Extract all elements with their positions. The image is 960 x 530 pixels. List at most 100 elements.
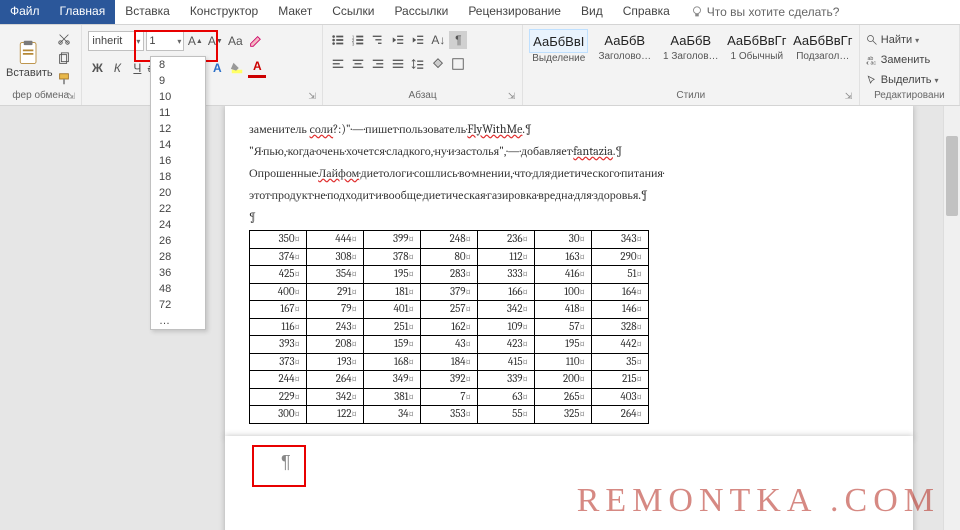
table-cell[interactable]: 251¤	[364, 318, 421, 336]
table-row[interactable]: 393¤208¤159¤43¤423¤195¤442¤	[250, 336, 649, 354]
table-cell[interactable]: 350¤	[250, 231, 307, 249]
replace-button[interactable]: abacЗаменить	[866, 51, 930, 69]
table-cell[interactable]: 354¤	[307, 266, 364, 284]
table-cell[interactable]: 110¤	[535, 353, 592, 371]
size-option[interactable]: 11	[151, 105, 205, 121]
table-cell[interactable]: 349¤	[364, 371, 421, 389]
paragraph-launcher-icon[interactable]: ⇲	[508, 91, 520, 103]
table-cell[interactable]: 379¤	[421, 283, 478, 301]
paragraph[interactable]: "Я·пью,·когда·очень·хочется·сладкого,·ну…	[249, 142, 889, 160]
borders-icon[interactable]	[449, 55, 467, 73]
justify-icon[interactable]	[389, 55, 407, 73]
table-cell[interactable]: 146¤	[592, 301, 649, 319]
table-cell[interactable]: 80¤	[421, 248, 478, 266]
table-cell[interactable]: 168¤	[364, 353, 421, 371]
tab-help[interactable]: Справка	[613, 0, 680, 24]
size-option[interactable]: 16	[151, 153, 205, 169]
tab-mailings[interactable]: Рассылки	[384, 0, 458, 24]
table-cell[interactable]: 399¤	[364, 231, 421, 249]
table-row[interactable]: 244¤264¤349¤392¤339¤200¤215¤	[250, 371, 649, 389]
format-painter-icon[interactable]	[55, 70, 73, 88]
table-cell[interactable]: 308¤	[307, 248, 364, 266]
table-row[interactable]: 229¤342¤381¤7¤63¤265¤403¤	[250, 388, 649, 406]
table-cell[interactable]: 57¤	[535, 318, 592, 336]
table-cell[interactable]: 30¤	[535, 231, 592, 249]
tab-review[interactable]: Рецензирование	[458, 0, 571, 24]
numbering-icon[interactable]: 123	[349, 31, 367, 49]
table-cell[interactable]: 381¤	[364, 388, 421, 406]
increase-indent-icon[interactable]	[409, 31, 427, 49]
multilevel-icon[interactable]	[369, 31, 387, 49]
table-cell[interactable]: 374¤	[250, 248, 307, 266]
styles-gallery[interactable]: АаБбВвІВыделениеАаБбВЗаголово…АаБбВ1 Заг…	[529, 27, 853, 90]
tell-me[interactable]: Что вы хотите сделать?	[680, 0, 850, 24]
table-cell[interactable]: 122¤	[307, 406, 364, 424]
page-1[interactable]: заменитель соли?:)"·—·пишет·пользователь…	[225, 106, 913, 438]
table-cell[interactable]: 265¤	[535, 388, 592, 406]
size-option[interactable]: 24	[151, 217, 205, 233]
decrease-indent-icon[interactable]	[389, 31, 407, 49]
align-center-icon[interactable]	[349, 55, 367, 73]
font-launcher-icon[interactable]: ⇲	[308, 91, 320, 103]
table-cell[interactable]: 444¤	[307, 231, 364, 249]
copy-icon[interactable]	[55, 50, 73, 68]
table-cell[interactable]: 342¤	[478, 301, 535, 319]
style-item-4[interactable]: АаБбВвГгПодзагол…	[793, 29, 853, 62]
size-option[interactable]: 18	[151, 169, 205, 185]
size-option[interactable]: …	[151, 313, 205, 329]
table-cell[interactable]: 79¤	[307, 301, 364, 319]
cut-icon[interactable]	[55, 30, 73, 48]
table-cell[interactable]: 343¤	[592, 231, 649, 249]
font-color-icon[interactable]: A	[248, 57, 266, 78]
table-cell[interactable]: 328¤	[592, 318, 649, 336]
table-cell[interactable]: 51¤	[592, 266, 649, 284]
table-cell[interactable]: 283¤	[421, 266, 478, 284]
font-size-dropdown[interactable]: 891011121416182022242628364872…	[150, 56, 206, 330]
italic-button[interactable]: К	[108, 59, 126, 77]
table-cell[interactable]: 34¤	[364, 406, 421, 424]
style-item-3[interactable]: АаБбВвГг1 Обычный	[727, 29, 787, 62]
size-option[interactable]: 72	[151, 297, 205, 313]
table-cell[interactable]: 423¤	[478, 336, 535, 354]
table-row[interactable]: 116¤243¤251¤162¤109¤57¤328¤	[250, 318, 649, 336]
style-item-0[interactable]: АаБбВвІВыделение	[529, 29, 589, 64]
tab-design[interactable]: Конструктор	[180, 0, 268, 24]
table-cell[interactable]: 333¤	[478, 266, 535, 284]
paragraph[interactable]: этот·продукт·не·подходит·и·вообще·диетич…	[249, 186, 889, 204]
line-spacing-icon[interactable]	[409, 55, 427, 73]
table-cell[interactable]: 100¤	[535, 283, 592, 301]
bullets-icon[interactable]	[329, 31, 347, 49]
table-cell[interactable]: 164¤	[592, 283, 649, 301]
bold-button[interactable]: Ж	[88, 59, 106, 77]
sort-icon[interactable]: A↓	[429, 31, 447, 49]
scroll-thumb[interactable]	[946, 136, 958, 216]
paragraph[interactable]: Опрошенные·Лайфом·диетологи·сошлись·во·м…	[249, 164, 889, 182]
table-cell[interactable]: 425¤	[250, 266, 307, 284]
table-cell[interactable]: 290¤	[592, 248, 649, 266]
table-cell[interactable]: 116¤	[250, 318, 307, 336]
table-cell[interactable]: 43¤	[421, 336, 478, 354]
table-cell[interactable]: 236¤	[478, 231, 535, 249]
table-cell[interactable]: 215¤	[592, 371, 649, 389]
table-cell[interactable]: 163¤	[535, 248, 592, 266]
table-cell[interactable]: 162¤	[421, 318, 478, 336]
highlight-icon[interactable]	[228, 59, 246, 77]
show-marks-icon[interactable]: ¶	[449, 31, 467, 49]
table-cell[interactable]: 325¤	[535, 406, 592, 424]
size-option[interactable]: 26	[151, 233, 205, 249]
table-cell[interactable]: 184¤	[421, 353, 478, 371]
table-cell[interactable]: 109¤	[478, 318, 535, 336]
tab-view[interactable]: Вид	[571, 0, 613, 24]
table-row[interactable]: 374¤308¤378¤80¤112¤163¤290¤	[250, 248, 649, 266]
vertical-scrollbar[interactable]	[943, 106, 960, 530]
table-cell[interactable]: 229¤	[250, 388, 307, 406]
table-cell[interactable]: 416¤	[535, 266, 592, 284]
table-row[interactable]: 167¤79¤401¤257¤342¤418¤146¤	[250, 301, 649, 319]
table-cell[interactable]: 378¤	[364, 248, 421, 266]
find-button[interactable]: Найти▾	[866, 31, 919, 49]
paste-button[interactable]: Вставить	[6, 39, 53, 79]
table-cell[interactable]: 159¤	[364, 336, 421, 354]
clipboard-launcher-icon[interactable]: ⇲	[67, 91, 79, 103]
align-left-icon[interactable]	[329, 55, 347, 73]
style-item-1[interactable]: АаБбВЗаголово…	[595, 29, 655, 62]
